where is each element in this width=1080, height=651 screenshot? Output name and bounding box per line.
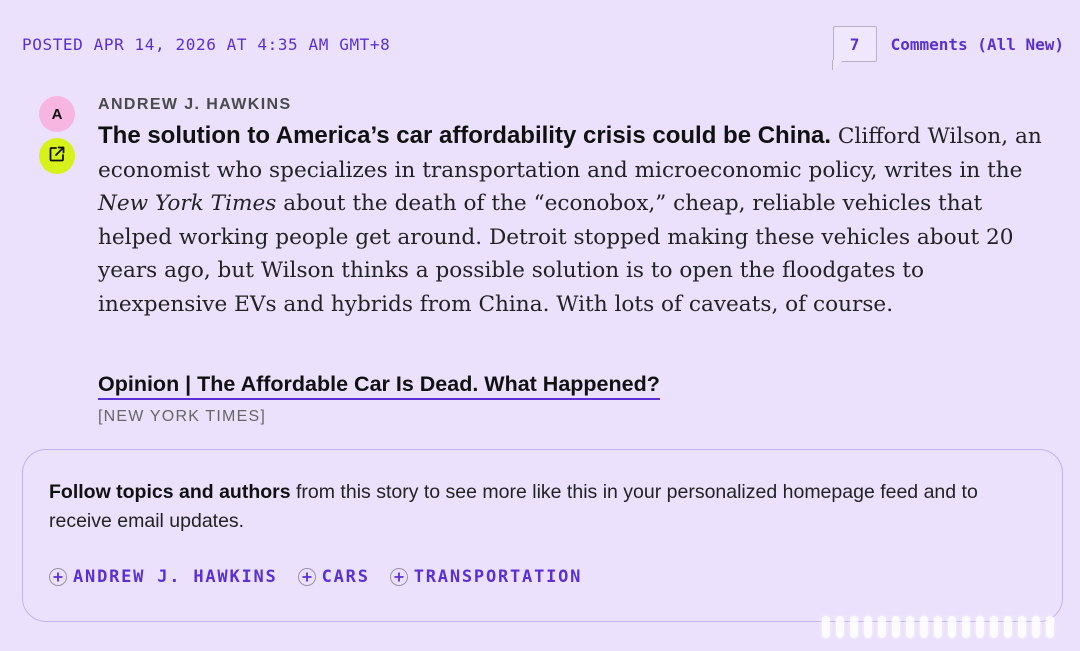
scroll-tick <box>1046 616 1054 638</box>
scroll-tick <box>934 616 942 638</box>
avatar-initial: A <box>51 105 63 123</box>
scroll-indicator-strip <box>822 608 1070 638</box>
plus-circle-icon <box>297 568 316 586</box>
post-headline: The solution to America’s car affordabil… <box>98 122 832 149</box>
scroll-tick <box>892 616 900 638</box>
plus-circle-icon <box>49 568 67 586</box>
scroll-tick <box>990 616 998 638</box>
author-avatar[interactable]: A <box>39 96 75 132</box>
topic-label: ANDREW J. HAWKINS <box>73 567 278 587</box>
bubble-tail <box>832 60 844 70</box>
article-source: [NEW YORK TIMES] <box>98 408 266 425</box>
topic-label: CARS <box>321 567 370 587</box>
publication-name: New York Times <box>98 191 277 217</box>
scroll-tick <box>864 616 872 638</box>
scroll-tick <box>1018 616 1026 638</box>
scroll-tick <box>836 616 844 638</box>
follow-bold-text: Follow topics and authors <box>49 481 291 503</box>
scroll-tick <box>850 616 858 638</box>
scroll-tick <box>1032 616 1040 638</box>
scroll-tick <box>906 616 914 638</box>
author-name[interactable]: ANDREW J. HAWKINS <box>98 96 292 114</box>
posted-timestamp: POSTED APR 14, 2026 AT 4:35 AM GMT+8 <box>22 35 391 54</box>
scroll-tick <box>976 616 984 638</box>
article-link[interactable]: Opinion | The Affordable Car Is Dead. Wh… <box>98 372 660 400</box>
scroll-tick <box>920 616 928 638</box>
follow-topic-cars[interactable]: CARS <box>297 567 370 587</box>
comment-count: 7 <box>849 34 860 54</box>
comment-count-bubble[interactable]: 7 <box>832 26 877 70</box>
scroll-tick <box>878 616 886 638</box>
follow-topics-box: Follow topics and authors from this stor… <box>22 449 1063 622</box>
scroll-tick <box>1004 616 1012 638</box>
external-link-icon <box>48 145 66 168</box>
external-link-button[interactable] <box>39 138 75 174</box>
follow-topic-transportation[interactable]: TRANSPORTATION <box>389 567 583 587</box>
scroll-tick <box>948 616 956 638</box>
comments-widget[interactable]: 7 Comments (All New) <box>832 26 1064 70</box>
topic-label: TRANSPORTATION <box>413 567 583 587</box>
follow-topic-andrew-j-hawkins[interactable]: ANDREW J. HAWKINS <box>49 567 278 587</box>
scroll-tick <box>822 616 830 638</box>
follow-description: Follow topics and authors from this stor… <box>49 478 1039 536</box>
plus-circle-icon <box>389 568 408 586</box>
scroll-tick <box>962 616 970 638</box>
post-body: The solution to America’s car affordabil… <box>98 119 1048 322</box>
comments-link[interactable]: Comments (All New) <box>891 35 1064 54</box>
topic-list: ANDREW J. HAWKINS CARS TRANSPORTATION <box>49 567 582 587</box>
